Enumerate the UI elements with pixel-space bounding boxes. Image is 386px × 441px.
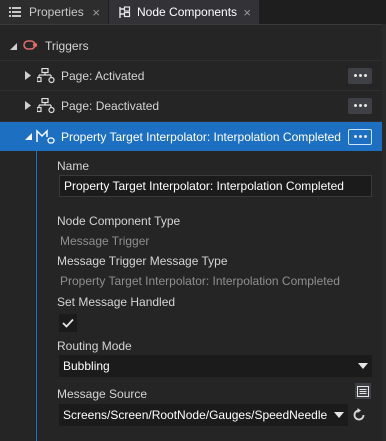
- tab-properties-label: Properties: [29, 5, 84, 19]
- more-options-button[interactable]: [348, 97, 372, 114]
- reset-icon[interactable]: [351, 407, 367, 423]
- dot-icon: [358, 104, 362, 107]
- tab-node-components[interactable]: Node Components ×: [109, 0, 259, 24]
- routing-mode-value: Bubbling: [63, 359, 110, 373]
- trigger-icon: [23, 39, 39, 54]
- close-icon[interactable]: ×: [92, 5, 100, 20]
- dot-icon: [358, 135, 362, 138]
- tree-header-triggers[interactable]: Triggers: [0, 31, 386, 61]
- dot-icon: [353, 104, 357, 107]
- dot-icon: [363, 135, 367, 138]
- chevron-right-icon[interactable]: [24, 71, 32, 80]
- name-field[interactable]: Property Target Interpolator: Interpolat…: [59, 175, 372, 197]
- routing-mode-label: Routing Mode: [57, 339, 132, 353]
- tree-item-interpolation-completed[interactable]: Property Target Interpolator: Interpolat…: [0, 121, 386, 151]
- chevron-down-icon[interactable]: [24, 133, 32, 141]
- more-options-button[interactable]: [348, 128, 372, 145]
- more-options-button[interactable]: [348, 67, 372, 84]
- routing-mode-dropdown[interactable]: Bubbling: [59, 355, 372, 377]
- tree-item-label: Page: Deactivated: [61, 98, 160, 113]
- check-icon: [62, 318, 74, 328]
- message-handled-checkbox[interactable]: [59, 314, 77, 332]
- vertical-scrollbar[interactable]: [382, 24, 386, 441]
- tree-item-label: Page: Activated: [61, 68, 145, 83]
- node-components-icon: [118, 5, 132, 19]
- close-icon[interactable]: ×: [243, 5, 251, 20]
- node-components-panel: Triggers Page: Activated Page: Deactivat…: [0, 24, 386, 441]
- caret-down-icon: [358, 363, 368, 369]
- tab-node-components-label: Node Components: [137, 5, 238, 19]
- page-trigger-icon: [36, 67, 55, 87]
- dot-icon: [363, 74, 367, 77]
- dot-icon: [358, 74, 362, 77]
- message-source-dropdown[interactable]: Screens/Screen/RootNode/Gauges/SpeedNeed…: [59, 404, 348, 426]
- component-type-value: Message Trigger: [60, 234, 150, 248]
- dot-icon: [363, 104, 367, 107]
- list-icon: [9, 7, 23, 17]
- message-source-label: Message Source: [57, 387, 148, 401]
- node-browser-icon[interactable]: [355, 383, 371, 399]
- message-trigger-icon: [36, 128, 56, 148]
- component-type-label: Node Component Type: [57, 214, 181, 228]
- caret-down-icon: [334, 412, 344, 418]
- message-type-label: Message Trigger Message Type: [57, 254, 228, 268]
- tree-item-page-activated[interactable]: Page: Activated: [0, 60, 386, 90]
- dot-icon: [353, 135, 357, 138]
- message-source-value: Screens/Screen/RootNode/Gauges/SpeedNeed…: [63, 408, 328, 422]
- message-handled-label: Set Message Handled: [57, 295, 176, 309]
- chevron-right-icon[interactable]: [24, 101, 32, 110]
- dot-icon: [353, 74, 357, 77]
- trigger-properties: Name Property Target Interpolator: Inter…: [36, 151, 386, 441]
- tree-item-page-deactivated[interactable]: Page: Deactivated: [0, 90, 386, 120]
- tree-item-label: Property Target Interpolator: Interpolat…: [61, 129, 341, 144]
- tab-bar: Properties × Node Components ×: [0, 0, 386, 24]
- tab-properties[interactable]: Properties ×: [0, 0, 108, 24]
- name-label: Name: [57, 159, 90, 173]
- message-type-value: Property Target Interpolator: Interpolat…: [60, 274, 340, 288]
- chevron-down-icon[interactable]: [9, 42, 17, 50]
- page-trigger-icon: [36, 97, 55, 117]
- tree-header-label: Triggers: [45, 39, 89, 53]
